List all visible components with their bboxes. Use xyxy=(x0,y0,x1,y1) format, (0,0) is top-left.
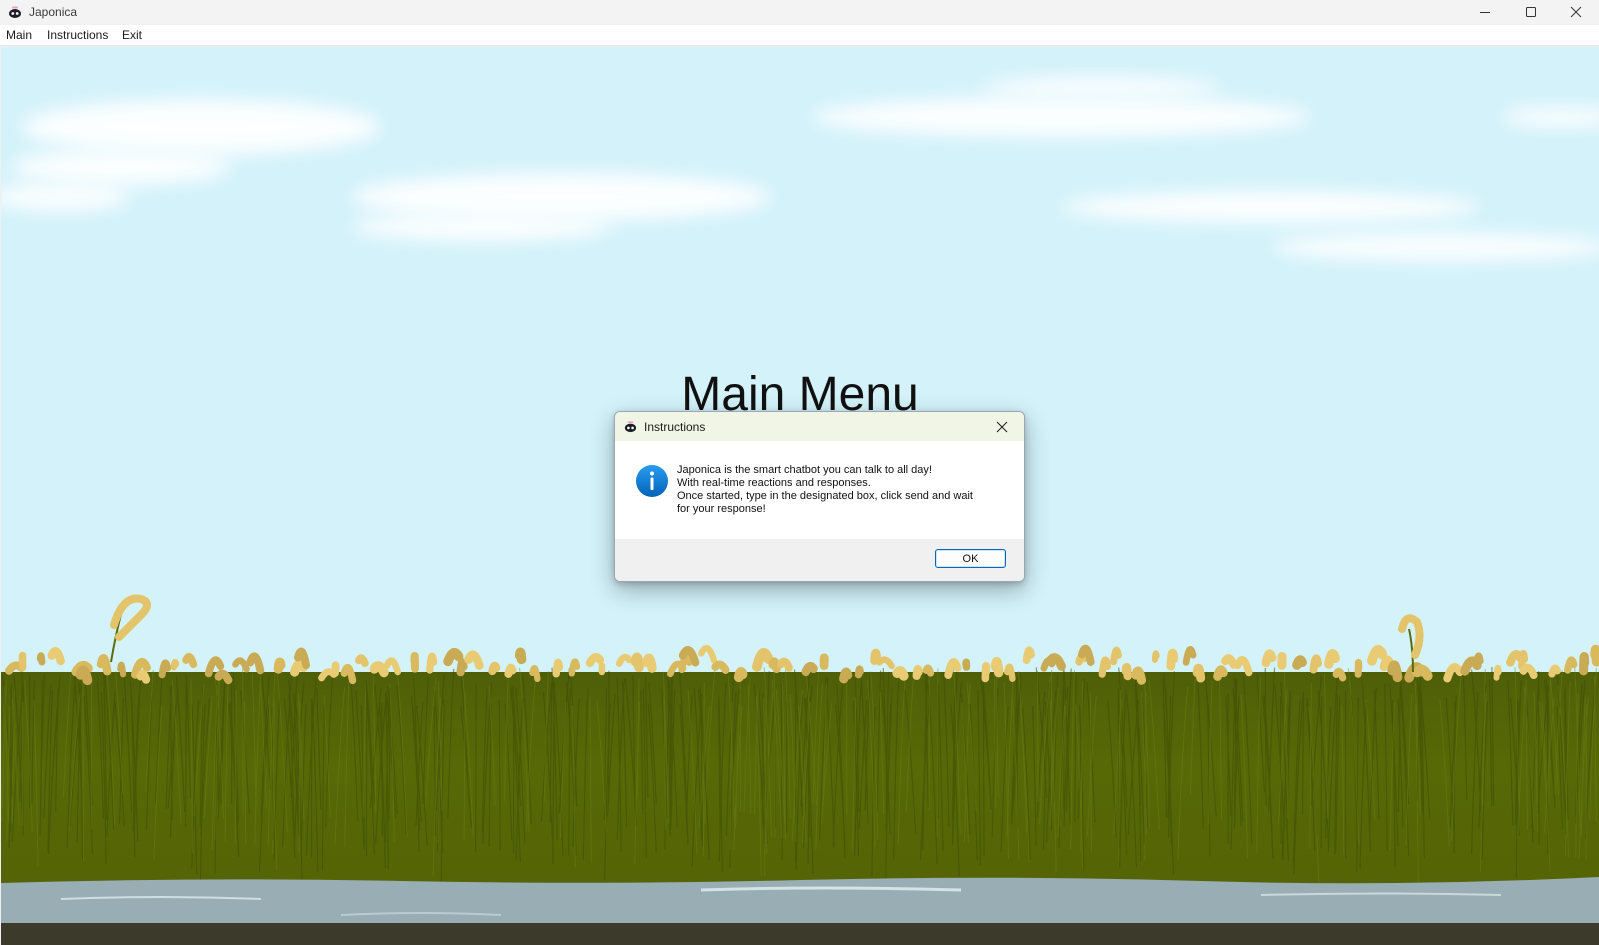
seedhead xyxy=(1151,650,1160,663)
seedhead xyxy=(839,667,853,684)
message-line: Once started, type in the designated box… xyxy=(677,490,973,502)
dialog-footer: OK xyxy=(615,539,1024,581)
seedhead xyxy=(1354,658,1363,678)
seedhead xyxy=(75,665,93,686)
seedhead xyxy=(642,653,657,673)
seedhead xyxy=(870,648,881,665)
seedhead xyxy=(136,669,151,684)
seedhead xyxy=(1367,645,1388,666)
seedhead xyxy=(1324,649,1340,669)
seedhead xyxy=(990,657,1004,678)
seedhead xyxy=(514,647,527,665)
grass-blade xyxy=(1279,696,1282,844)
maximize-button[interactable] xyxy=(1508,0,1554,24)
seedhead xyxy=(410,652,419,673)
title-bar[interactable]: Japonica xyxy=(0,0,1599,24)
minimize-icon xyxy=(1480,12,1490,13)
seedhead xyxy=(962,658,971,671)
seedhead xyxy=(777,657,793,672)
seedhead xyxy=(552,658,564,678)
seedhead xyxy=(585,653,605,668)
seedhead xyxy=(426,652,438,674)
seedhead xyxy=(1412,664,1433,681)
seedhead xyxy=(801,662,818,677)
seedhead xyxy=(355,654,369,667)
dialog-title: Instructions xyxy=(644,420,706,434)
seedhead xyxy=(1548,664,1561,678)
app-window: Japonica Main Instructions Exit Main Men… xyxy=(0,0,1599,945)
seedhead xyxy=(733,667,748,683)
seedhead xyxy=(273,657,286,674)
seedhead xyxy=(1261,649,1277,668)
seedhead xyxy=(981,662,991,683)
close-icon xyxy=(1570,6,1582,18)
seedhead xyxy=(711,660,730,674)
seedhead xyxy=(1309,654,1322,674)
seedhead xyxy=(182,652,198,669)
seedhead xyxy=(1474,652,1484,665)
robot-icon xyxy=(624,421,637,433)
menu-bar: Main Instructions Exit xyxy=(0,25,1599,46)
message-line: With real-time reactions and responses. xyxy=(677,477,871,489)
maximize-icon xyxy=(1526,7,1536,17)
message-line: for your response! xyxy=(677,503,766,515)
close-button[interactable] xyxy=(1553,0,1599,24)
dialog-close-button[interactable] xyxy=(992,417,1012,437)
seedhead xyxy=(214,669,233,685)
grass-blade xyxy=(773,671,776,838)
grass-blade xyxy=(1564,692,1567,835)
minimize-button[interactable] xyxy=(1462,0,1508,24)
seedhead xyxy=(912,665,923,680)
seedhead xyxy=(1387,660,1403,683)
seedhead xyxy=(1590,644,1599,667)
seedhead xyxy=(443,648,464,667)
seedhead xyxy=(331,661,340,677)
seedhead xyxy=(36,652,46,666)
seedhead xyxy=(1121,662,1132,681)
seedhead xyxy=(1579,652,1590,676)
grass-blade xyxy=(475,684,477,853)
ok-button[interactable]: OK xyxy=(935,549,1006,568)
info-icon xyxy=(636,465,668,497)
dialog-message: Japonica is the smart chatbot you can ta… xyxy=(677,464,1007,516)
seedhead xyxy=(47,647,65,666)
seedhead xyxy=(1493,664,1502,681)
grass-blade xyxy=(242,668,244,816)
window-title: Japonica xyxy=(29,5,78,19)
menu-item-main[interactable]: Main xyxy=(6,28,32,42)
seedhead xyxy=(117,661,127,678)
seedhead xyxy=(1166,648,1179,671)
seedhead xyxy=(1192,663,1206,683)
seedhead xyxy=(630,652,644,673)
seedhead xyxy=(768,657,781,673)
menu-item-instructions[interactable]: Instructions xyxy=(47,28,108,42)
seedhead xyxy=(170,659,180,671)
seedhead xyxy=(854,665,864,679)
seedhead xyxy=(1131,666,1147,685)
seedhead xyxy=(1221,654,1238,669)
seedhead xyxy=(1022,646,1035,664)
seedhead xyxy=(488,661,501,676)
close-icon xyxy=(996,421,1008,433)
instructions-dialog: Instructions Japonica is the smart chatb… xyxy=(614,411,1025,582)
robot-icon xyxy=(9,6,21,18)
seedhead xyxy=(922,664,935,677)
seedhead xyxy=(1332,667,1347,682)
message-line: Japonica is the smart chatbot you can ta… xyxy=(677,464,932,476)
seedhead xyxy=(1292,655,1307,670)
menu-item-exit[interactable]: Exit xyxy=(122,28,142,42)
seedhead xyxy=(504,663,517,678)
seedhead xyxy=(1213,665,1228,681)
grass-blade xyxy=(185,684,187,827)
seedhead xyxy=(1518,650,1528,670)
grass-blade xyxy=(936,668,939,838)
seedhead xyxy=(456,658,468,677)
seedhead xyxy=(369,661,389,678)
seedhead xyxy=(892,666,909,681)
dialog-title-bar[interactable]: Instructions xyxy=(615,412,1024,441)
